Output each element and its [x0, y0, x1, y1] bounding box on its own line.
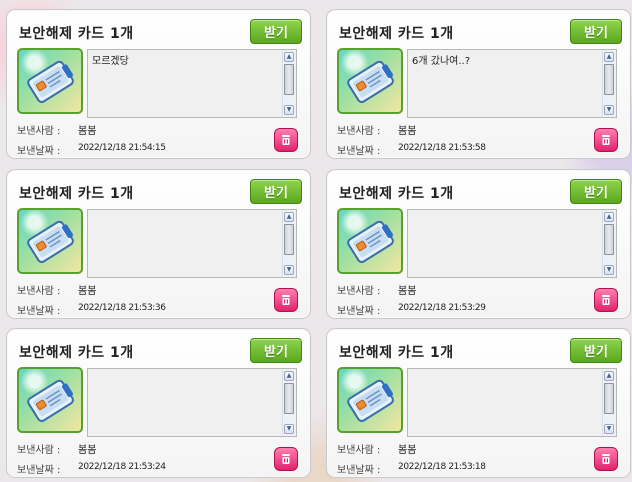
item-icon-frame [337, 48, 403, 114]
scroll-thumb[interactable] [284, 64, 294, 95]
receive-button[interactable]: 받기 [570, 338, 622, 363]
trash-icon [282, 135, 290, 145]
message-scrollbar[interactable]: ▲ ▼ [602, 370, 615, 435]
item-icon-frame [337, 367, 403, 433]
security-card-icon [347, 220, 394, 263]
trash-icon [602, 454, 610, 464]
sender-name: 봄봄 [78, 286, 97, 297]
sender-label: 보낸사람 : [337, 286, 381, 297]
card-title: 보안해제 카드 1개 [19, 26, 134, 42]
receive-button[interactable]: 받기 [570, 19, 622, 44]
receive-button[interactable]: 받기 [250, 338, 302, 363]
gift-card: 보안해제 카드 1개 받기 6개 갔나여..? ▲ ▼ 보낸사람 : 봄봄 보낸… [326, 9, 631, 159]
message-box[interactable]: ▲ ▼ [407, 209, 617, 278]
gift-card: 보안해제 카드 1개 받기 ▲ ▼ 보낸사람 : 봄봄 보낸날짜 : 2022/… [6, 169, 311, 319]
scroll-thumb[interactable] [284, 383, 294, 414]
delete-button[interactable] [274, 288, 298, 312]
sent-date: 2022/12/18 21:53:29 [398, 303, 486, 313]
arrow-down-icon[interactable]: ▼ [284, 105, 294, 115]
item-icon-frame [17, 208, 83, 274]
date-label: 보낸날짜 : [17, 146, 61, 157]
sender-label: 보낸사람 : [17, 126, 61, 137]
arrow-up-icon[interactable]: ▲ [604, 212, 614, 222]
message-scrollbar[interactable]: ▲ ▼ [282, 370, 295, 435]
arrow-down-icon[interactable]: ▼ [604, 265, 614, 275]
card-title: 보안해제 카드 1개 [339, 186, 454, 202]
delete-button[interactable] [274, 128, 298, 152]
message-box[interactable]: ▲ ▼ [87, 209, 297, 278]
date-label: 보낸날짜 : [17, 306, 61, 317]
message-text: 6개 갔나여..? [412, 56, 471, 67]
date-label: 보낸날짜 : [17, 465, 61, 476]
message-text: 모르겠당 [92, 56, 129, 67]
message-scrollbar[interactable]: ▲ ▼ [282, 51, 295, 116]
scroll-thumb[interactable] [284, 224, 294, 255]
gift-card: 보안해제 카드 1개 받기 ▲ ▼ 보낸사람 : 봄봄 보낸날짜 : 2022/… [326, 328, 631, 478]
message-scrollbar[interactable]: ▲ ▼ [282, 211, 295, 276]
message-box[interactable]: 모르겠당 ▲ ▼ [87, 49, 297, 118]
sent-date: 2022/12/18 21:53:18 [398, 462, 486, 472]
security-card-icon [347, 60, 394, 103]
message-scrollbar[interactable]: ▲ ▼ [602, 51, 615, 116]
sender-name: 봄봄 [78, 126, 97, 137]
sender-label: 보낸사람 : [17, 445, 61, 456]
trash-icon [602, 295, 610, 305]
sender-label: 보낸사람 : [17, 286, 61, 297]
card-title: 보안해제 카드 1개 [339, 26, 454, 42]
sent-date: 2022/12/18 21:54:15 [78, 143, 166, 153]
gift-card: 보안해제 카드 1개 받기 ▲ ▼ 보낸사람 : 봄봄 보낸날짜 : 2022/… [326, 169, 631, 319]
arrow-down-icon[interactable]: ▼ [284, 265, 294, 275]
security-card-icon [27, 220, 74, 263]
date-label: 보낸날짜 : [337, 146, 381, 157]
gift-card: 보안해제 카드 1개 받기 모르겠당 ▲ ▼ 보낸사람 : 봄봄 보낸날짜 : … [6, 9, 311, 159]
message-box[interactable]: ▲ ▼ [87, 368, 297, 437]
sender-name: 봄봄 [398, 126, 417, 137]
gift-card: 보안해제 카드 1개 받기 ▲ ▼ 보낸사람 : 봄봄 보낸날짜 : 2022/… [6, 328, 311, 478]
item-icon-frame [17, 367, 83, 433]
security-card-icon [27, 60, 74, 103]
card-title: 보안해제 카드 1개 [19, 186, 134, 202]
arrow-down-icon[interactable]: ▼ [604, 105, 614, 115]
sender-name: 봄봄 [398, 445, 417, 456]
sender-label: 보낸사람 : [337, 445, 381, 456]
sent-date: 2022/12/18 21:53:24 [78, 462, 166, 472]
message-box[interactable]: 6개 갔나여..? ▲ ▼ [407, 49, 617, 118]
arrow-up-icon[interactable]: ▲ [284, 371, 294, 381]
security-card-icon [27, 379, 74, 422]
trash-icon [282, 454, 290, 464]
scroll-thumb[interactable] [604, 383, 614, 414]
card-title: 보안해제 카드 1개 [339, 345, 454, 361]
delete-button[interactable] [594, 288, 618, 312]
item-icon-frame [337, 208, 403, 274]
security-card-icon [347, 379, 394, 422]
delete-button[interactable] [274, 447, 298, 471]
arrow-up-icon[interactable]: ▲ [604, 371, 614, 381]
arrow-down-icon[interactable]: ▼ [604, 424, 614, 434]
trash-icon [602, 135, 610, 145]
trash-icon [282, 295, 290, 305]
sender-label: 보낸사람 : [337, 126, 381, 137]
delete-button[interactable] [594, 447, 618, 471]
delete-button[interactable] [594, 128, 618, 152]
message-scrollbar[interactable]: ▲ ▼ [602, 211, 615, 276]
receive-button[interactable]: 받기 [570, 179, 622, 204]
receive-button[interactable]: 받기 [250, 179, 302, 204]
receive-button[interactable]: 받기 [250, 19, 302, 44]
arrow-up-icon[interactable]: ▲ [284, 212, 294, 222]
sender-name: 봄봄 [398, 286, 417, 297]
card-title: 보안해제 카드 1개 [19, 345, 134, 361]
message-box[interactable]: ▲ ▼ [407, 368, 617, 437]
date-label: 보낸날짜 : [337, 465, 381, 476]
arrow-up-icon[interactable]: ▲ [284, 52, 294, 62]
scroll-thumb[interactable] [604, 224, 614, 255]
item-icon-frame [17, 48, 83, 114]
sent-date: 2022/12/18 21:53:58 [398, 143, 486, 153]
arrow-up-icon[interactable]: ▲ [604, 52, 614, 62]
date-label: 보낸날짜 : [337, 306, 381, 317]
scroll-thumb[interactable] [604, 64, 614, 95]
sent-date: 2022/12/18 21:53:36 [78, 303, 166, 313]
arrow-down-icon[interactable]: ▼ [284, 424, 294, 434]
sender-name: 봄봄 [78, 445, 97, 456]
